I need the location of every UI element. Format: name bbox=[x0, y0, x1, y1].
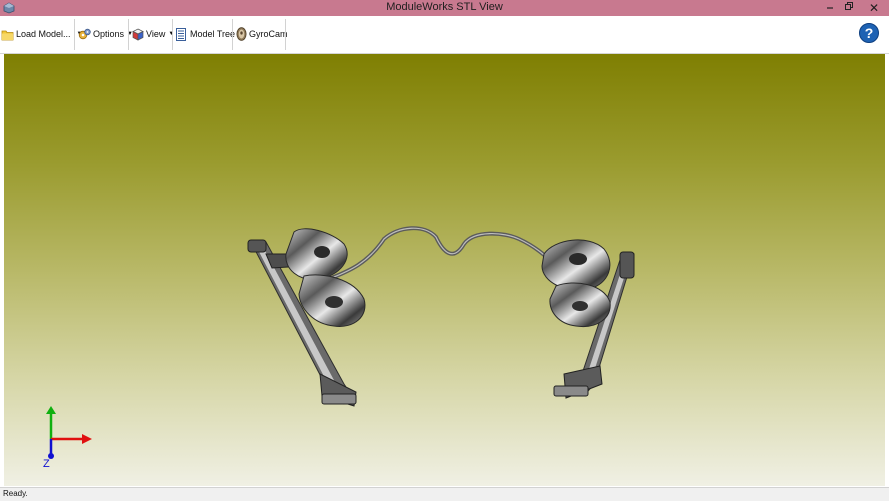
status-bar: Ready. bbox=[0, 487, 889, 501]
minimize-icon bbox=[827, 7, 833, 9]
load-model-button[interactable]: Load Model... ▼ bbox=[1, 18, 83, 50]
options-label: Options bbox=[93, 29, 125, 39]
view-button[interactable]: View ▼ bbox=[132, 18, 174, 50]
3d-viewport[interactable]: Z bbox=[4, 54, 885, 486]
gyrocam-label: GyroCam bbox=[249, 29, 288, 39]
model-render bbox=[46, 226, 635, 459]
toolbar-separator bbox=[285, 19, 286, 50]
view-label: View bbox=[146, 29, 166, 39]
status-text: Ready. bbox=[3, 489, 28, 498]
gyrocam-icon bbox=[236, 27, 247, 41]
title-bar: ModuleWorks STL View ✕ bbox=[0, 0, 889, 16]
options-button[interactable]: Options ▼ bbox=[78, 18, 133, 50]
help-button[interactable]: ? bbox=[859, 23, 879, 43]
window-title: ModuleWorks STL View bbox=[386, 1, 503, 13]
gears-icon bbox=[78, 28, 91, 39]
toolbar-separator bbox=[172, 19, 173, 50]
toolbar: Load Model... ▼ Options ▼ View ▼ Mo bbox=[0, 16, 889, 54]
close-button[interactable]: ✕ bbox=[859, 0, 889, 16]
toolbar-separator bbox=[74, 19, 75, 50]
close-icon: ✕ bbox=[868, 1, 880, 15]
restore-button[interactable] bbox=[838, 0, 860, 16]
model-tree-button[interactable]: Model Tree bbox=[176, 18, 235, 50]
right-appliance bbox=[541, 239, 635, 399]
left-appliance bbox=[247, 228, 366, 407]
toolbar-separator bbox=[232, 19, 233, 50]
model-tree-label: Model Tree bbox=[190, 29, 236, 39]
gyrocam-button[interactable]: GyroCam bbox=[236, 18, 288, 50]
restore-icon bbox=[845, 2, 853, 10]
wire bbox=[320, 226, 558, 284]
toolbar-separator bbox=[128, 19, 129, 50]
load-model-label: Load Model... bbox=[16, 29, 71, 39]
tree-list-icon bbox=[176, 27, 186, 41]
axis-triad bbox=[46, 406, 92, 459]
help-icon: ? bbox=[864, 25, 874, 41]
z-axis-label: Z bbox=[43, 458, 50, 470]
folder-icon bbox=[1, 30, 14, 40]
view-cube-icon bbox=[132, 28, 144, 41]
